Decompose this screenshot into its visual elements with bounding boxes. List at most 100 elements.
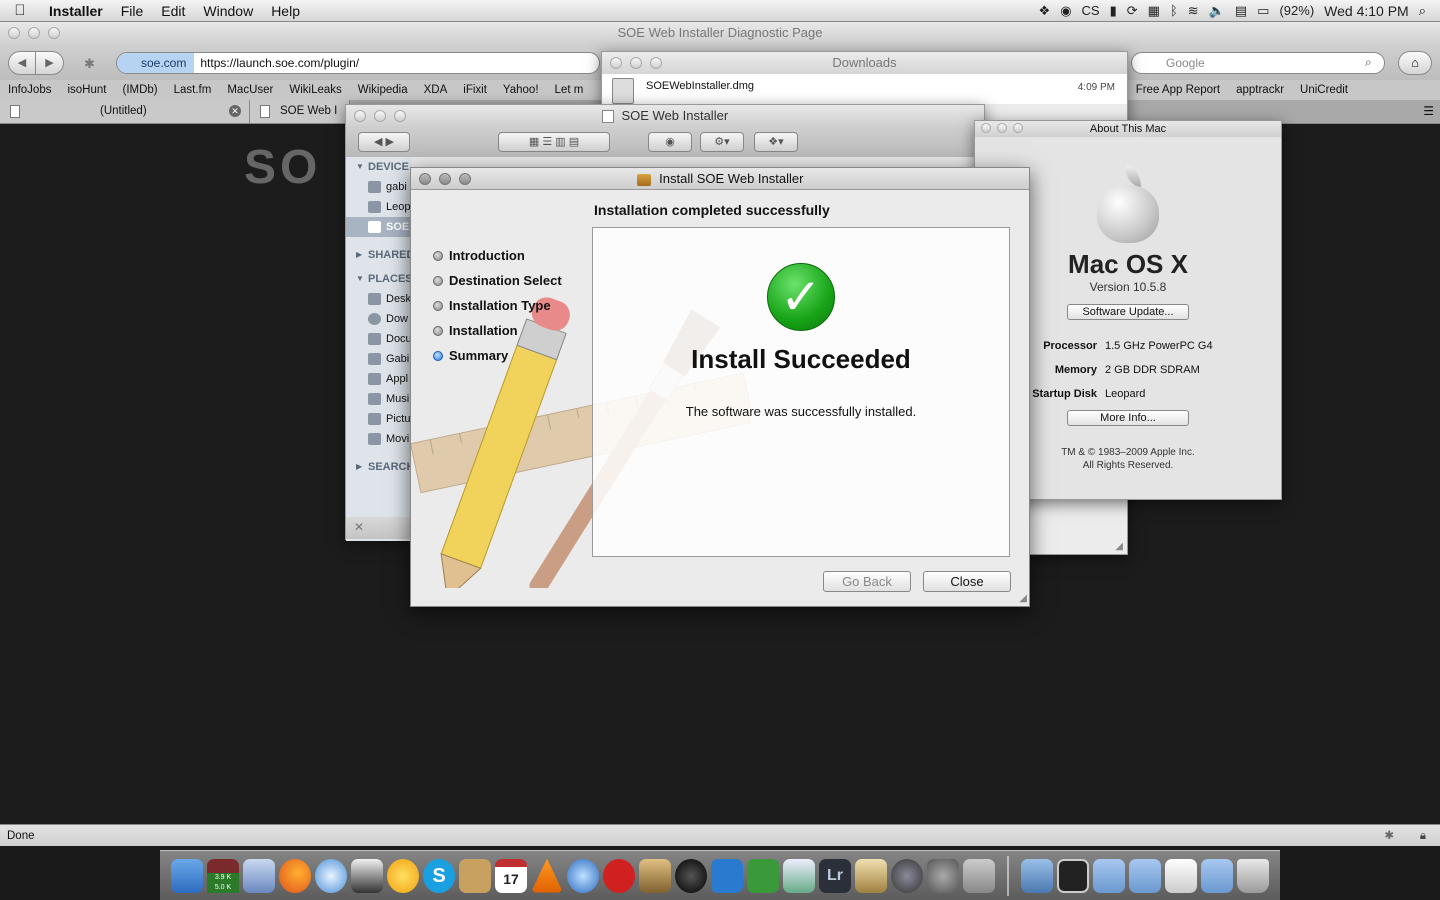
close-window-button[interactable]	[354, 110, 366, 122]
bookmark-item[interactable]: apptrackr	[1228, 84, 1292, 96]
iphoto-dock-icon[interactable]	[639, 858, 671, 893]
wifi-icon[interactable]: ≋	[1188, 3, 1199, 19]
minimize-window-button[interactable]	[28, 27, 40, 39]
search-field[interactable]: Google	[1131, 52, 1385, 74]
installer-dock-icon[interactable]	[963, 858, 995, 893]
folder-dock-icon[interactable]	[1201, 858, 1233, 893]
address-book-dock-icon[interactable]	[459, 858, 491, 893]
skype-dock-icon[interactable]: S	[423, 858, 455, 893]
apple-menu-icon[interactable]: 	[0, 2, 40, 19]
transmission-dock-icon[interactable]: 3.9 K 5.0 K	[207, 858, 239, 893]
activity-monitor-dock-icon[interactable]	[1057, 858, 1089, 893]
sidebar-item-place[interactable]: Musi	[346, 389, 412, 409]
itunes-dock-icon[interactable]	[567, 858, 599, 893]
bookmark-item[interactable]: InfoJobs	[0, 84, 59, 96]
mac-os-x-dock-icon[interactable]	[891, 858, 923, 893]
tab-menu-icon[interactable]: ☰	[1423, 104, 1434, 118]
sync-globe-icon[interactable]: ◉	[1060, 3, 1071, 19]
zoom-window-button[interactable]	[394, 110, 406, 122]
sidebar-places-header[interactable]: PLACES	[346, 269, 412, 289]
view-mode-switcher[interactable]: ▦ ☰ ▥ ▤	[498, 132, 610, 152]
spotlight-icon[interactable]: ⌕	[1419, 3, 1426, 19]
sidebar-item-device-selected[interactable]: SOE	[346, 217, 412, 237]
vlc-dock-icon[interactable]	[531, 858, 563, 893]
software-update-button[interactable]: Software Update...	[1067, 304, 1189, 320]
tab-soe-web-installer[interactable]: SOE Web I	[250, 100, 350, 123]
bookmark-item[interactable]: (IMDb)	[114, 84, 165, 96]
finder-dock-icon[interactable]	[171, 858, 203, 893]
menu-file[interactable]: File	[112, 3, 153, 19]
photo-browser-dock-icon[interactable]	[855, 858, 887, 893]
smiley-chat-dock-icon[interactable]	[387, 858, 419, 893]
sidebar-item-place[interactable]: Appl	[346, 369, 412, 389]
sidebar-item-place[interactable]: Gabi	[346, 349, 412, 369]
more-info-button[interactable]: More Info...	[1067, 410, 1189, 426]
bookmark-item[interactable]: Yahoo!	[495, 84, 547, 96]
lightroom-dock-icon[interactable]: Lr	[819, 858, 851, 893]
downloads-resize-grip-icon[interactable]: ◢	[1115, 541, 1123, 552]
minimize-window-button[interactable]	[997, 123, 1007, 133]
sidebar-shared-header[interactable]: SHARED	[346, 245, 412, 265]
close-window-button[interactable]	[419, 173, 431, 185]
applications-stack-dock-icon[interactable]	[1021, 858, 1053, 893]
activity-meter-icon[interactable]: ▮	[1110, 3, 1117, 19]
sidebar-devices-header[interactable]: DEVICE	[346, 157, 412, 177]
close-window-button[interactable]	[610, 57, 622, 69]
sidebar-search-header[interactable]: SEARCH	[346, 457, 412, 477]
quill-dock-icon[interactable]	[783, 858, 815, 893]
adium-dock-icon[interactable]	[351, 858, 383, 893]
close-window-button[interactable]	[981, 123, 991, 133]
bookmark-item[interactable]: Last.fm	[166, 84, 220, 96]
bookmark-item[interactable]: isoHunt	[59, 84, 114, 96]
sidebar-item-place[interactable]: Movi	[346, 429, 412, 449]
bluetooth-icon[interactable]: ᛒ	[1170, 3, 1178, 18]
dropbox-toolbar-button[interactable]: ❖▾	[754, 132, 798, 152]
tab-untitled[interactable]: (Untitled) ✕	[0, 100, 250, 123]
firefox-dock-icon[interactable]	[279, 858, 311, 893]
bookmark-item[interactable]: XDA	[416, 84, 456, 96]
zoom-window-button[interactable]	[48, 27, 60, 39]
wunderlist-dock-icon[interactable]	[711, 858, 743, 893]
forward-button[interactable]: ▶	[36, 51, 64, 75]
puzzle-icon[interactable]: ✱	[84, 56, 95, 72]
folder-dock-icon[interactable]	[1129, 858, 1161, 893]
menu-clock[interactable]: Wed 4:10 PM	[1324, 3, 1409, 19]
action-gear-button[interactable]: ⚙▾	[700, 132, 744, 152]
sidebar-item-place[interactable]: Dow	[346, 309, 412, 329]
bookmark-item[interactable]: MacUser	[219, 84, 281, 96]
resize-grip-icon[interactable]: ◢	[1019, 593, 1027, 604]
bookmark-item[interactable]: Wikipedia	[350, 84, 416, 96]
sidebar-item-device[interactable]: Leop	[346, 197, 412, 217]
input-flag-icon[interactable]: ▤	[1235, 3, 1247, 19]
menu-app-name[interactable]: Installer	[40, 3, 112, 19]
gears-dock-icon[interactable]	[747, 858, 779, 893]
close-window-button[interactable]	[8, 27, 20, 39]
bookmark-item[interactable]: Free App Report	[1128, 84, 1228, 96]
zoom-window-button[interactable]	[650, 57, 662, 69]
bookmark-item[interactable]: UniCredit	[1292, 84, 1356, 96]
cs-menu-icon[interactable]: CS	[1082, 3, 1100, 18]
address-bar[interactable]: soe.com https://launch.soe.com/plugin/	[116, 52, 600, 74]
minimize-window-button[interactable]	[439, 173, 451, 185]
dropbox-icon[interactable]: ❖	[1039, 3, 1051, 19]
sidebar-item-place[interactable]: Pictu	[346, 409, 412, 429]
preview-dock-icon[interactable]	[243, 858, 275, 893]
menu-edit[interactable]: Edit	[152, 3, 194, 19]
bookmark-item[interactable]: WikiLeaks	[281, 84, 349, 96]
time-machine-icon[interactable]: ⟳	[1127, 3, 1138, 19]
system-preferences-dock-icon[interactable]	[927, 858, 959, 893]
sidebar-item-place[interactable]: Docu	[346, 329, 412, 349]
minimize-window-button[interactable]	[374, 110, 386, 122]
trash-dock-icon[interactable]	[1237, 858, 1269, 893]
spaces-icon[interactable]: ▦	[1148, 3, 1160, 19]
close-button[interactable]: Close	[923, 571, 1011, 592]
puzzle-icon[interactable]: ✱	[1384, 825, 1394, 847]
volume-icon[interactable]: 🔈	[1209, 3, 1225, 19]
sidebar-item-device[interactable]: gabi	[346, 177, 412, 197]
finder-back-forward-button[interactable]: ◀ ▶	[358, 132, 410, 152]
ink-dock-icon[interactable]	[675, 858, 707, 893]
back-button[interactable]: ◀	[8, 51, 36, 75]
download-item[interactable]: SOEWebInstaller.dmg 4:09 PM	[602, 74, 1127, 104]
bookmark-item[interactable]: Let m	[547, 84, 592, 96]
lastfm-dock-icon[interactable]	[603, 858, 635, 893]
